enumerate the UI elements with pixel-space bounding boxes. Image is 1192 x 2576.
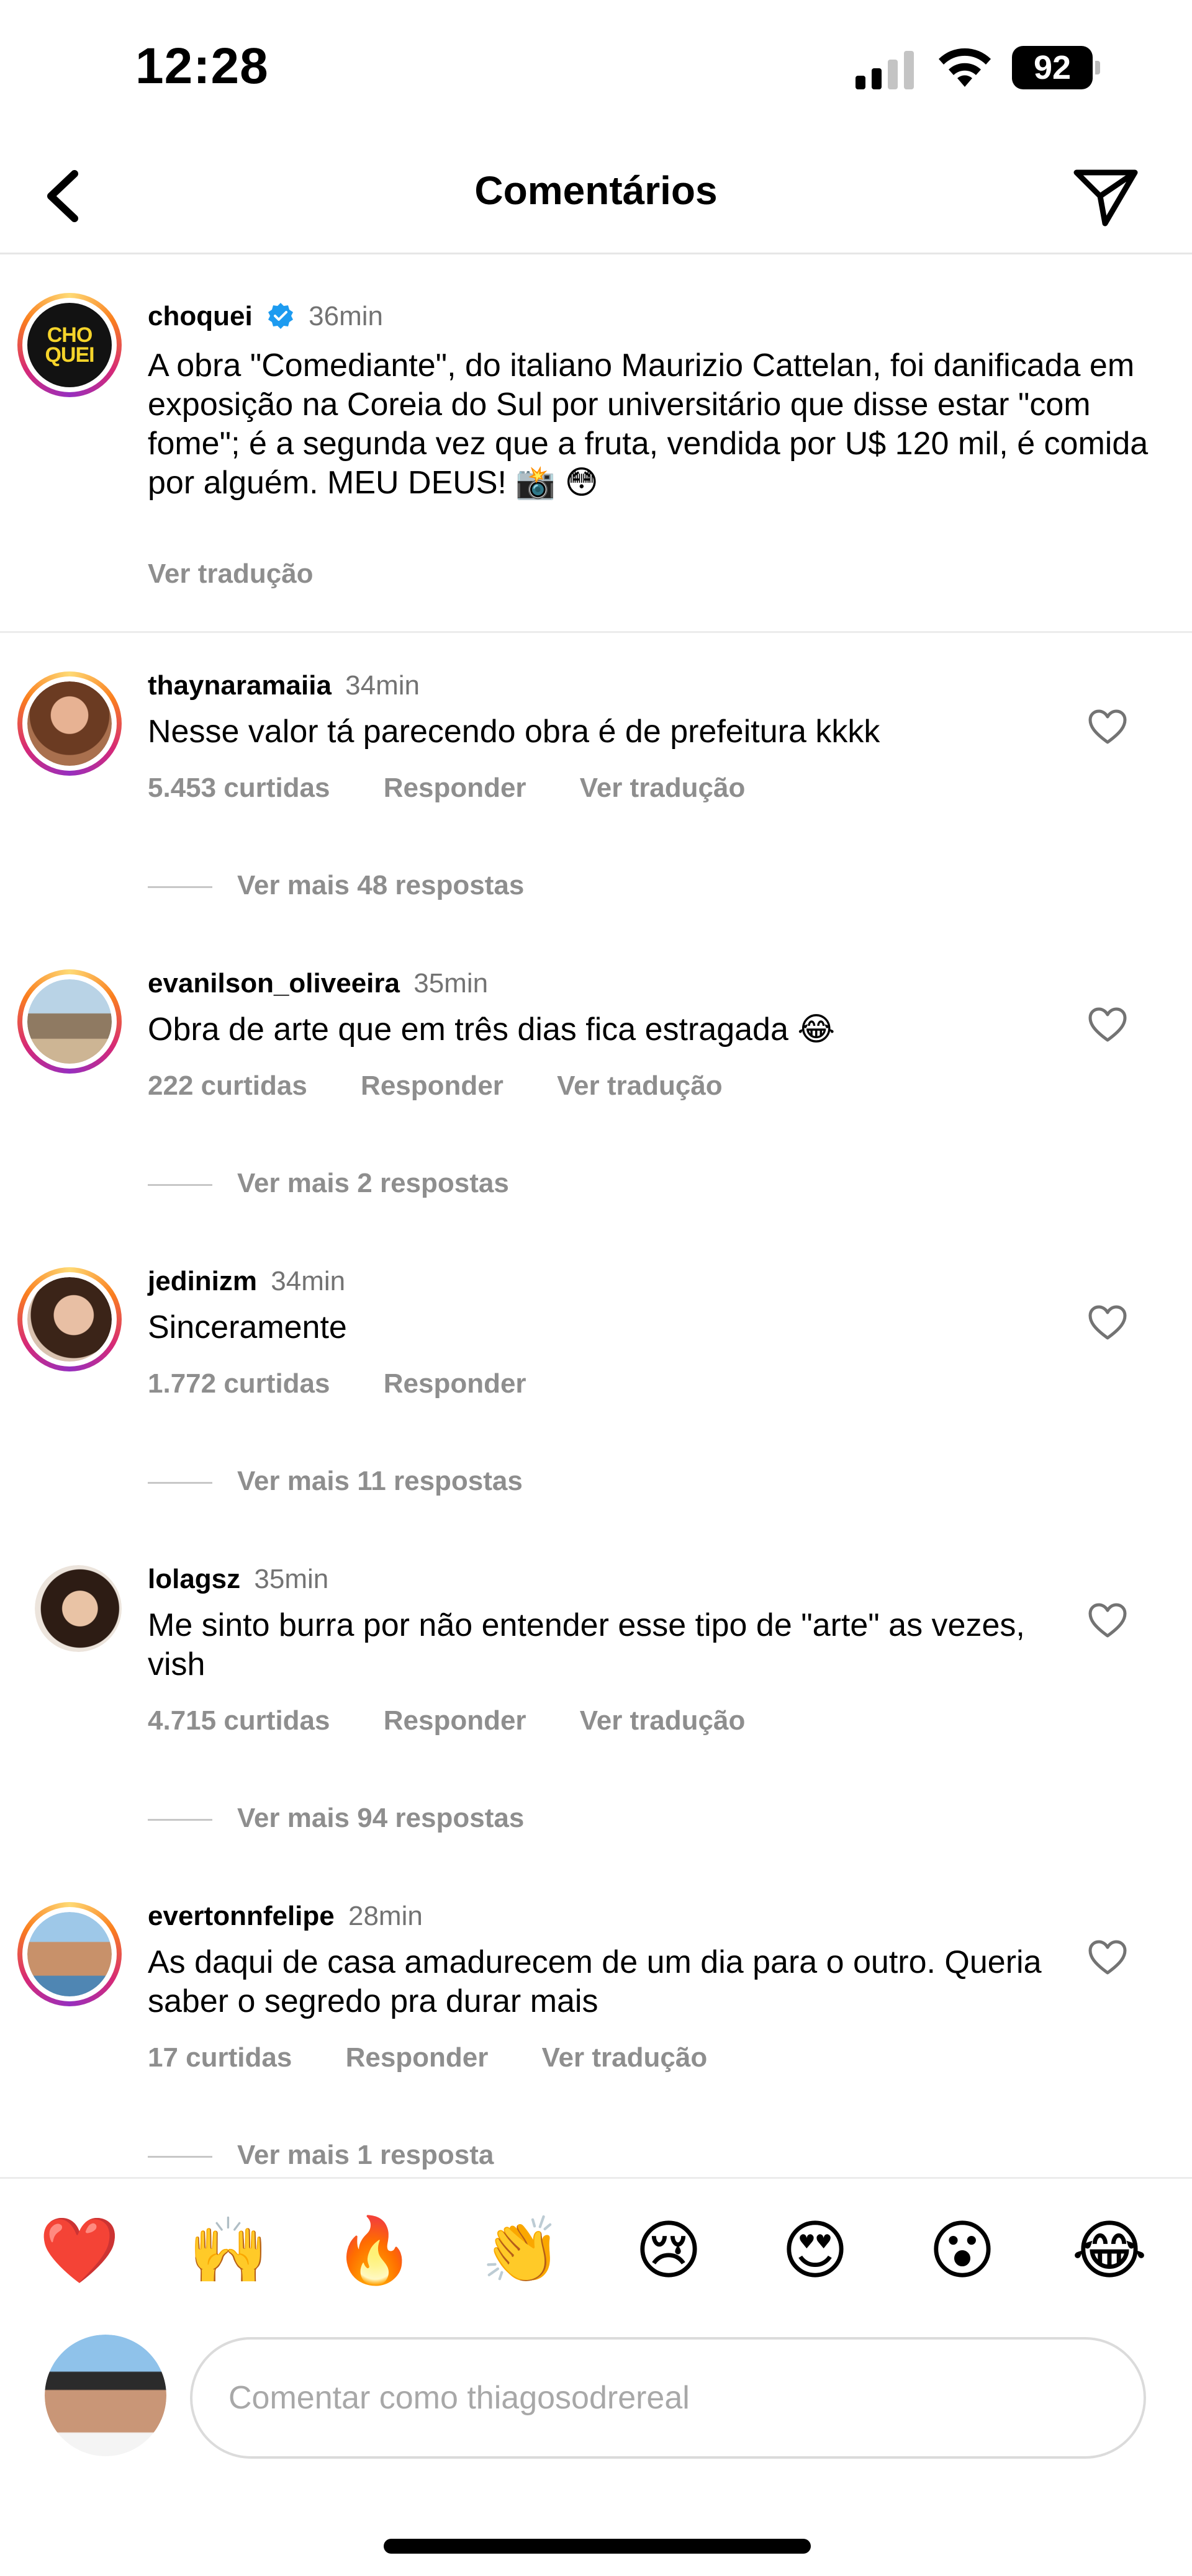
see-translation-link[interactable]: Ver tradução [580, 1705, 746, 1736]
likes-count[interactable]: 222 curtidas [148, 1070, 307, 1101]
view-more-replies[interactable]: Ver mais 1 resposta [148, 2140, 494, 2171]
comment-actions: 5.453 curtidas Responder Ver tradução [148, 773, 791, 804]
heart-icon[interactable] [1088, 1304, 1127, 1342]
battery-icon: 92 [1012, 46, 1100, 89]
view-more-replies[interactable]: Ver mais 94 respostas [148, 1803, 524, 1834]
reply-button[interactable]: Responder [384, 1705, 526, 1736]
status-bar: 12:28 92 [0, 0, 1192, 143]
header: Comentários [0, 143, 1192, 254]
crying-face-emoji[interactable]: 😢 [628, 2213, 709, 2287]
wifi-icon [939, 48, 991, 87]
comment-actions: 222 curtidas Responder Ver tradução [148, 1070, 769, 1102]
comment-text: As daqui de casa amadurecem de um dia pa… [148, 1944, 1042, 2019]
view-more-replies[interactable]: Ver mais 48 respostas [148, 870, 524, 901]
see-translation-link[interactable]: Ver tradução [557, 1070, 723, 1101]
heart-eyes-emoji[interactable]: 😍 [775, 2213, 856, 2287]
view-more-replies[interactable]: Ver mais 11 respostas [148, 1466, 523, 1497]
timestamp: 35min [254, 1564, 329, 1594]
comment-text: Sinceramente [148, 1309, 347, 1345]
likes-count[interactable]: 5.453 curtidas [148, 773, 330, 803]
avatar[interactable] [35, 1565, 122, 1652]
likes-count[interactable]: 1.772 curtidas [148, 1368, 330, 1399]
comment-actions: 4.715 curtidas Responder Ver tradução [148, 1705, 791, 1736]
username[interactable]: thaynaramaiia [148, 670, 332, 701]
view-more-replies[interactable]: Ver mais 2 respostas [148, 1168, 509, 1199]
avatar[interactable] [17, 1267, 122, 1371]
see-translation-link[interactable]: Ver tradução [148, 559, 314, 590]
home-indicator [384, 2539, 811, 2554]
comment-input[interactable] [190, 2337, 1146, 2459]
caption-header: choquei 36min [148, 301, 383, 332]
timestamp: 35min [413, 968, 489, 999]
emoji-reaction-bar: ❤️ 🙌 🔥 👏 😢 😍 😮 😂 [0, 2177, 1192, 2328]
caption-text: A obra "Comediante", do italiano Maurizi… [148, 348, 1149, 501]
avatar-image [27, 1912, 112, 1996]
avatar[interactable] [17, 1902, 122, 2006]
username[interactable]: lolagsz [148, 1564, 240, 1594]
likes-count[interactable]: 17 curtidas [148, 2042, 292, 2073]
verified-badge-icon [268, 303, 293, 329]
username[interactable]: evanilson_oliveeira [148, 968, 400, 999]
reply-button[interactable]: Responder [384, 773, 526, 803]
avatar-image [27, 1277, 112, 1362]
heart-icon[interactable] [1088, 1602, 1127, 1640]
comment-header: evanilson_oliveeira 35min [148, 968, 488, 999]
cellular-signal-icon [856, 48, 918, 89]
username[interactable]: evertonnfelipe [148, 1901, 335, 1931]
page-title: Comentários [474, 168, 718, 213]
avatar[interactable]: CHO QUEI [17, 293, 122, 397]
comment-text: Nesse valor tá parecendo obra é de prefe… [148, 714, 880, 750]
comment-actions: 17 curtidas Responder Ver tradução [148, 2042, 753, 2073]
see-translation-link[interactable]: Ver tradução [580, 773, 746, 803]
avatar-image [27, 979, 112, 1064]
raising-hands-emoji[interactable]: 🙌 [188, 2213, 269, 2287]
likes-count[interactable]: 4.715 curtidas [148, 1705, 330, 1736]
heart-icon[interactable] [1088, 1007, 1127, 1044]
timestamp: 36min [309, 301, 383, 331]
timestamp: 34min [271, 1266, 346, 1296]
heart-icon[interactable] [1088, 709, 1127, 746]
choquei-logo: CHO QUEI [27, 303, 112, 387]
see-translation-link[interactable]: Ver tradução [542, 2042, 708, 2073]
reply-button[interactable]: Responder [384, 1368, 526, 1399]
battery-level: 92 [1012, 46, 1093, 89]
comment-header: jedinizm 34min [148, 1266, 345, 1297]
clapping-hands-emoji[interactable]: 👏 [481, 2213, 562, 2287]
comment-header: lolagsz 35min [148, 1564, 328, 1595]
red-heart-emoji[interactable]: ❤️ [39, 2213, 120, 2287]
comment-header: evertonnfelipe 28min [148, 1901, 423, 1932]
status-time: 12:28 [135, 38, 269, 94]
reply-button[interactable]: Responder [361, 1070, 503, 1101]
avatar-image [27, 681, 112, 766]
comment-text: Obra de arte que em três dias fica estra… [148, 1012, 836, 1048]
surprised-face-emoji[interactable]: 😮 [922, 2213, 1003, 2287]
username[interactable]: jedinizm [148, 1266, 257, 1296]
comment-text: Me sinto burra por não entender esse tip… [148, 1607, 1025, 1682]
timestamp: 34min [345, 670, 420, 701]
timestamp: 28min [348, 1901, 423, 1931]
tears-of-joy-emoji[interactable]: 😂 [1069, 2213, 1150, 2287]
avatar[interactable] [17, 969, 122, 1074]
username[interactable]: choquei [148, 301, 253, 331]
avatar[interactable] [17, 671, 122, 776]
heart-icon[interactable] [1088, 1939, 1127, 1977]
current-user-avatar [45, 2335, 166, 2456]
paper-plane-icon[interactable] [1068, 161, 1142, 230]
comment-header: thaynaramaiia 34min [148, 670, 420, 701]
post-caption: CHO QUEI choquei 36min A obra "Comediant… [0, 254, 1192, 633]
comment-actions: 1.772 curtidas Responder [148, 1368, 572, 1399]
fire-emoji[interactable]: 🔥 [334, 2213, 415, 2287]
reply-button[interactable]: Responder [346, 2042, 489, 2073]
